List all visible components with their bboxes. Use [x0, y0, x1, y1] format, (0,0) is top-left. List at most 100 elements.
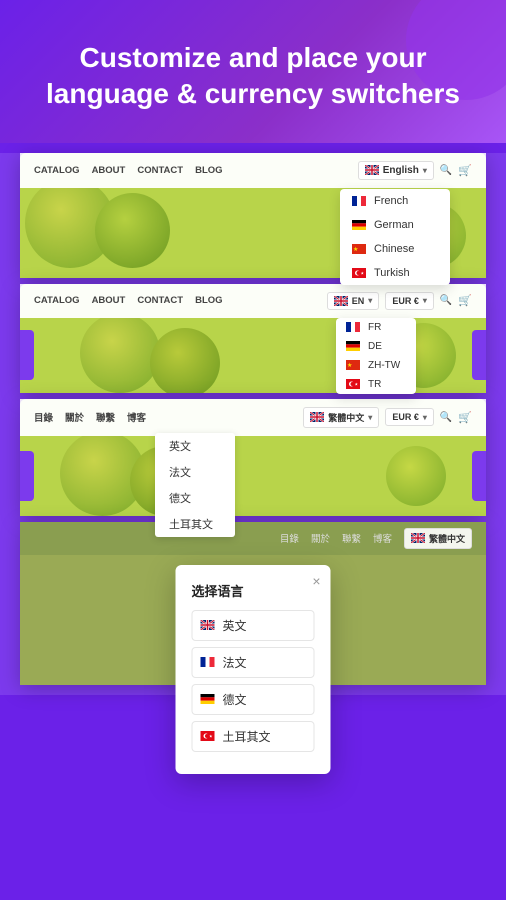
- nav2-about[interactable]: ABOUT: [92, 295, 126, 306]
- mockup1-navbar: CATALOG ABOUT CONTACT BLOG: [20, 153, 486, 188]
- hero-section: Customize and place your language & curr…: [0, 0, 506, 143]
- dropdown-item-turkish[interactable]: ★ Turkish: [340, 261, 450, 285]
- german-label: German: [374, 219, 414, 231]
- svg-text:★: ★: [347, 362, 352, 369]
- purple-right-3: [472, 451, 486, 501]
- de-flag-modal: [201, 694, 215, 704]
- lime-fruit-2: [95, 193, 170, 268]
- nav-link-blog[interactable]: BLOG: [195, 165, 222, 176]
- dropdown-item-french[interactable]: French: [340, 189, 450, 213]
- dropdown2-de[interactable]: DE: [336, 337, 416, 356]
- nav3-contact[interactable]: 聯繫: [96, 410, 115, 424]
- lime-fruit-2a: [80, 318, 160, 393]
- language-modal: × 选择语言 英文: [176, 565, 331, 774]
- tr-flag-modal: ★: [201, 731, 215, 741]
- nav4-blog[interactable]: 博客: [373, 531, 392, 545]
- modal-tr-label: 土耳其文: [223, 728, 271, 745]
- search-icon-3[interactable]: 🔍: [440, 412, 452, 423]
- nav2-catalog[interactable]: CATALOG: [34, 295, 80, 306]
- nav2-contact[interactable]: CONTACT: [137, 295, 183, 306]
- french-label: French: [374, 195, 408, 207]
- nav2-blog[interactable]: BLOG: [195, 295, 222, 306]
- nav3-blog[interactable]: 博客: [127, 410, 146, 424]
- nav3-about[interactable]: 關於: [65, 410, 84, 424]
- nav-link-about[interactable]: ABOUT: [92, 165, 126, 176]
- dropdown3-de[interactable]: 德文: [155, 485, 235, 511]
- fr-flag-icon: [352, 196, 366, 206]
- dropdown2-zhtw[interactable]: ★ ZH-TW: [336, 356, 416, 375]
- modal-de-label: 德文: [223, 691, 247, 708]
- mockup3-section: 目錄 關於 聯繫 博客 繁體中文: [20, 399, 486, 516]
- fr-flag-modal: [201, 657, 215, 667]
- mockup2-dropdown: FR DE ★ ZH-TW: [336, 318, 416, 394]
- purple-right-2: [472, 330, 486, 380]
- turkish-label: Turkish: [374, 267, 410, 279]
- modal-item-fr[interactable]: 法文: [192, 647, 315, 678]
- nav4-contact[interactable]: 聯繫: [342, 531, 361, 545]
- lang-label-1: English: [383, 165, 419, 176]
- currency-label: EUR €: [392, 296, 419, 306]
- lang-en-label: EN: [352, 296, 365, 306]
- uk-flag-4: [411, 533, 425, 543]
- mockup2-section: CATALOG ABOUT CONTACT BLOG E: [20, 284, 486, 393]
- content-area: CATALOG ABOUT CONTACT BLOG: [0, 153, 506, 695]
- mockup2-lime-scene: [20, 318, 486, 393]
- currency-selector-2[interactable]: EUR € ▾: [385, 292, 434, 310]
- uk-flag-icon: [365, 165, 379, 175]
- mockup1-dropdown: French German ★ Chinese: [340, 189, 450, 285]
- cart-icon-2[interactable]: 🛒: [458, 294, 472, 307]
- mockup4-nav-links: 目錄 關於 聯繫 博客 繁體中文: [34, 528, 472, 549]
- chevron-icon-1: ▾: [423, 166, 427, 175]
- language-selector-2[interactable]: EN ▾: [327, 292, 380, 310]
- uk-flag-modal: [201, 620, 215, 630]
- mockup3-navbar: 目錄 關於 聯繫 博客 繁體中文: [20, 399, 486, 436]
- mockup4-navbar: 目錄 關於 聯繫 博客 繁體中文: [20, 522, 486, 555]
- mockup2-nav-right: EN ▾ EUR € ▾ 🔍 🛒: [327, 292, 472, 310]
- hero-title: Customize and place your language & curr…: [28, 40, 478, 113]
- mockup3-nav-links: 目錄 關於 聯繫 博客: [34, 410, 146, 424]
- cart-icon-3[interactable]: 🛒: [458, 411, 472, 424]
- dropdown3-tr[interactable]: 土耳其文: [155, 511, 235, 537]
- modal-item-de[interactable]: 德文: [192, 684, 315, 715]
- language-selector-4[interactable]: 繁體中文: [404, 528, 472, 549]
- nav4-catalog[interactable]: 目錄: [280, 531, 299, 545]
- modal-item-en[interactable]: 英文: [192, 610, 315, 641]
- nav3-catalog[interactable]: 目錄: [34, 410, 53, 424]
- de-flag-2: [346, 341, 360, 351]
- currency-3-label: EUR €: [392, 412, 419, 422]
- nav-link-catalog[interactable]: CATALOG: [34, 165, 80, 176]
- svg-text:★: ★: [353, 246, 358, 253]
- zhtw-code: ZH-TW: [368, 360, 400, 371]
- lime-3c: [386, 446, 446, 506]
- tr-code: TR: [368, 379, 381, 390]
- de-flag-icon: [352, 220, 366, 230]
- modal-item-tr[interactable]: ★ 土耳其文: [192, 721, 315, 752]
- dropdown-item-german[interactable]: German: [340, 213, 450, 237]
- search-icon-1[interactable]: 🔍: [440, 165, 452, 176]
- dropdown3-fr[interactable]: 法文: [155, 459, 235, 485]
- chevron-eur: ▾: [423, 296, 427, 305]
- chinese-label: Chinese: [374, 243, 414, 255]
- nav-link-contact[interactable]: CONTACT: [137, 165, 183, 176]
- tr-zh-label: 土耳其文: [169, 516, 213, 532]
- nav4-about[interactable]: 關於: [311, 531, 330, 545]
- cart-icon-1[interactable]: 🛒: [458, 164, 472, 177]
- dropdown3-en[interactable]: 英文: [155, 433, 235, 459]
- mockup2-nav-links: CATALOG ABOUT CONTACT BLOG: [34, 295, 223, 306]
- dropdown2-tr[interactable]: ★ TR: [336, 375, 416, 394]
- mockup3-nav-right: 繁體中文 ▾ EUR € ▾ 🔍 🛒: [303, 407, 472, 428]
- de-code: DE: [368, 341, 382, 352]
- modal-close-button[interactable]: ×: [312, 573, 320, 589]
- tr-flag-icon: ★: [352, 268, 366, 278]
- fr-code: FR: [368, 322, 381, 333]
- modal-title: 选择语言: [192, 581, 315, 600]
- mockup1-section: CATALOG ABOUT CONTACT BLOG: [20, 153, 486, 278]
- currency-selector-3[interactable]: EUR € ▾: [385, 408, 434, 426]
- mockup1-nav-right: English ▾ 🔍 🛒: [358, 161, 472, 180]
- language-selector-1[interactable]: English ▾: [358, 161, 434, 180]
- language-selector-3[interactable]: 繁體中文 ▾: [303, 407, 379, 428]
- dropdown2-fr[interactable]: FR: [336, 318, 416, 337]
- dropdown-item-chinese[interactable]: ★ Chinese: [340, 237, 450, 261]
- search-icon-2[interactable]: 🔍: [440, 295, 452, 306]
- fr-flag-2: [346, 322, 360, 332]
